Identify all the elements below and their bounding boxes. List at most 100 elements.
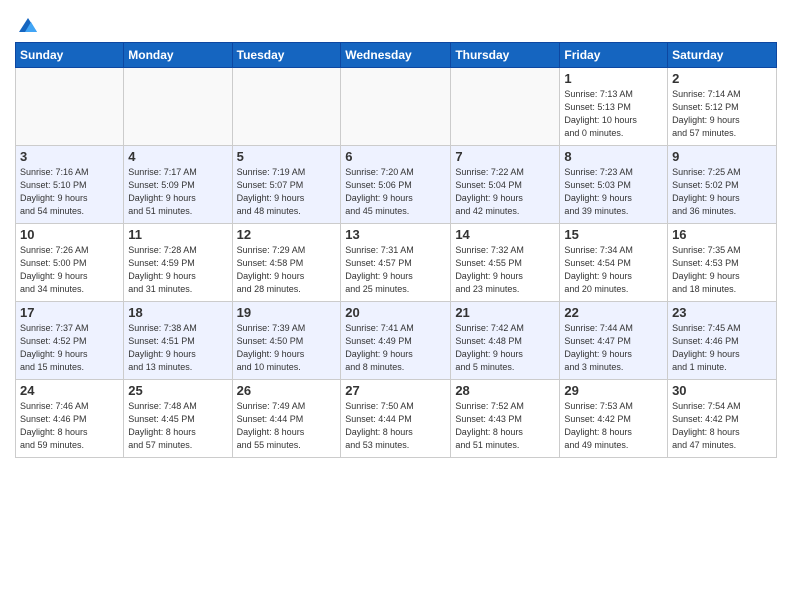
day-info: Sunrise: 7:17 AM Sunset: 5:09 PM Dayligh… xyxy=(128,166,227,218)
calendar-cell: 12 Sunrise: 7:29 AM Sunset: 4:58 PM Dayli… xyxy=(232,224,341,302)
day-info: Sunrise: 7:39 AM Sunset: 4:50 PM Dayligh… xyxy=(237,322,337,374)
day-number: 1 xyxy=(564,71,663,86)
calendar-cell: 7 Sunrise: 7:22 AM Sunset: 5:04 PM Daylig… xyxy=(451,146,560,224)
calendar-cell: 25 Sunrise: 7:48 AM Sunset: 4:45 PM Dayli… xyxy=(124,380,232,458)
logo-icon xyxy=(17,14,39,36)
calendar-cell: 9 Sunrise: 7:25 AM Sunset: 5:02 PM Daylig… xyxy=(668,146,777,224)
calendar-cell: 2 Sunrise: 7:14 AM Sunset: 5:12 PM Daylig… xyxy=(668,68,777,146)
calendar-cell: 21 Sunrise: 7:42 AM Sunset: 4:48 PM Dayli… xyxy=(451,302,560,380)
day-info: Sunrise: 7:23 AM Sunset: 5:03 PM Dayligh… xyxy=(564,166,663,218)
day-number: 22 xyxy=(564,305,663,320)
weekday-header-wednesday: Wednesday xyxy=(341,43,451,68)
calendar-cell xyxy=(341,68,451,146)
day-info: Sunrise: 7:19 AM Sunset: 5:07 PM Dayligh… xyxy=(237,166,337,218)
logo xyxy=(15,14,39,36)
calendar-week-1: 1 Sunrise: 7:13 AM Sunset: 5:13 PM Daylig… xyxy=(16,68,777,146)
calendar-cell: 17Sunrise: 7:37 AM Sunset: 4:52 PM Dayli… xyxy=(16,302,124,380)
day-info: Sunrise: 7:32 AM Sunset: 4:55 PM Dayligh… xyxy=(455,244,555,296)
calendar-cell: 26Sunrise: 7:49 AM Sunset: 4:44 PM Dayli… xyxy=(232,380,341,458)
day-number: 16 xyxy=(672,227,772,242)
calendar-week-4: 17Sunrise: 7:37 AM Sunset: 4:52 PM Dayli… xyxy=(16,302,777,380)
calendar-cell: 15Sunrise: 7:34 AM Sunset: 4:54 PM Dayli… xyxy=(560,224,668,302)
calendar-cell: 19 Sunrise: 7:39 AM Sunset: 4:50 PM Dayli… xyxy=(232,302,341,380)
day-info: Sunrise: 7:31 AM Sunset: 4:57 PM Dayligh… xyxy=(345,244,446,296)
calendar-cell: 8 Sunrise: 7:23 AM Sunset: 5:03 PM Daylig… xyxy=(560,146,668,224)
calendar-cell: 14 Sunrise: 7:32 AM Sunset: 4:55 PM Dayli… xyxy=(451,224,560,302)
calendar-cell xyxy=(124,68,232,146)
calendar-cell: 4 Sunrise: 7:17 AM Sunset: 5:09 PM Daylig… xyxy=(124,146,232,224)
day-number: 10 xyxy=(20,227,119,242)
day-number: 7 xyxy=(455,149,555,164)
page: SundayMondayTuesdayWednesdayThursdayFrid… xyxy=(0,0,792,612)
calendar-cell: 28Sunrise: 7:52 AM Sunset: 4:43 PM Dayli… xyxy=(451,380,560,458)
day-number: 23 xyxy=(672,305,772,320)
calendar-cell: 11 Sunrise: 7:28 AM Sunset: 4:59 PM Dayli… xyxy=(124,224,232,302)
weekday-header-tuesday: Tuesday xyxy=(232,43,341,68)
weekday-header-monday: Monday xyxy=(124,43,232,68)
day-info: Sunrise: 7:41 AM Sunset: 4:49 PM Dayligh… xyxy=(345,322,446,374)
day-info: Sunrise: 7:37 AM Sunset: 4:52 PM Dayligh… xyxy=(20,322,119,374)
day-info: Sunrise: 7:14 AM Sunset: 5:12 PM Dayligh… xyxy=(672,88,772,140)
day-number: 21 xyxy=(455,305,555,320)
calendar-header-row: SundayMondayTuesdayWednesdayThursdayFrid… xyxy=(16,43,777,68)
day-number: 20 xyxy=(345,305,446,320)
day-info: Sunrise: 7:25 AM Sunset: 5:02 PM Dayligh… xyxy=(672,166,772,218)
day-info: Sunrise: 7:48 AM Sunset: 4:45 PM Dayligh… xyxy=(128,400,227,452)
day-number: 29 xyxy=(564,383,663,398)
day-info: Sunrise: 7:50 AM Sunset: 4:44 PM Dayligh… xyxy=(345,400,446,452)
calendar-cell: 20 Sunrise: 7:41 AM Sunset: 4:49 PM Dayli… xyxy=(341,302,451,380)
calendar-cell: 13Sunrise: 7:31 AM Sunset: 4:57 PM Dayli… xyxy=(341,224,451,302)
day-info: Sunrise: 7:26 AM Sunset: 5:00 PM Dayligh… xyxy=(20,244,119,296)
calendar-cell: 5 Sunrise: 7:19 AM Sunset: 5:07 PM Daylig… xyxy=(232,146,341,224)
day-info: Sunrise: 7:29 AM Sunset: 4:58 PM Dayligh… xyxy=(237,244,337,296)
weekday-header-friday: Friday xyxy=(560,43,668,68)
day-number: 3 xyxy=(20,149,119,164)
day-info: Sunrise: 7:13 AM Sunset: 5:13 PM Dayligh… xyxy=(564,88,663,140)
day-info: Sunrise: 7:28 AM Sunset: 4:59 PM Dayligh… xyxy=(128,244,227,296)
calendar-cell: 23 Sunrise: 7:45 AM Sunset: 4:46 PM Dayli… xyxy=(668,302,777,380)
day-info: Sunrise: 7:20 AM Sunset: 5:06 PM Dayligh… xyxy=(345,166,446,218)
calendar-cell xyxy=(16,68,124,146)
day-info: Sunrise: 7:44 AM Sunset: 4:47 PM Dayligh… xyxy=(564,322,663,374)
calendar-cell: 6 Sunrise: 7:20 AM Sunset: 5:06 PM Daylig… xyxy=(341,146,451,224)
calendar-cell: 10 Sunrise: 7:26 AM Sunset: 5:00 PM Dayli… xyxy=(16,224,124,302)
calendar-cell: 24 Sunrise: 7:46 AM Sunset: 4:46 PM Dayli… xyxy=(16,380,124,458)
calendar-cell: 18 Sunrise: 7:38 AM Sunset: 4:51 PM Dayli… xyxy=(124,302,232,380)
calendar-table: SundayMondayTuesdayWednesdayThursdayFrid… xyxy=(15,42,777,458)
header xyxy=(15,10,777,36)
day-number: 11 xyxy=(128,227,227,242)
day-info: Sunrise: 7:42 AM Sunset: 4:48 PM Dayligh… xyxy=(455,322,555,374)
day-number: 24 xyxy=(20,383,119,398)
day-info: Sunrise: 7:16 AM Sunset: 5:10 PM Dayligh… xyxy=(20,166,119,218)
day-number: 6 xyxy=(345,149,446,164)
day-number: 14 xyxy=(455,227,555,242)
calendar-cell xyxy=(232,68,341,146)
day-number: 18 xyxy=(128,305,227,320)
calendar-cell: 16Sunrise: 7:35 AM Sunset: 4:53 PM Dayli… xyxy=(668,224,777,302)
calendar-cell: 27Sunrise: 7:50 AM Sunset: 4:44 PM Dayli… xyxy=(341,380,451,458)
day-number: 28 xyxy=(455,383,555,398)
day-number: 30 xyxy=(672,383,772,398)
calendar-cell: 29 Sunrise: 7:53 AM Sunset: 4:42 PM Dayli… xyxy=(560,380,668,458)
calendar-week-2: 3 Sunrise: 7:16 AM Sunset: 5:10 PM Daylig… xyxy=(16,146,777,224)
day-number: 19 xyxy=(237,305,337,320)
day-number: 25 xyxy=(128,383,227,398)
day-info: Sunrise: 7:38 AM Sunset: 4:51 PM Dayligh… xyxy=(128,322,227,374)
day-number: 9 xyxy=(672,149,772,164)
day-info: Sunrise: 7:46 AM Sunset: 4:46 PM Dayligh… xyxy=(20,400,119,452)
day-info: Sunrise: 7:54 AM Sunset: 4:42 PM Dayligh… xyxy=(672,400,772,452)
weekday-header-thursday: Thursday xyxy=(451,43,560,68)
day-info: Sunrise: 7:45 AM Sunset: 4:46 PM Dayligh… xyxy=(672,322,772,374)
weekday-header-saturday: Saturday xyxy=(668,43,777,68)
calendar-cell: 1 Sunrise: 7:13 AM Sunset: 5:13 PM Daylig… xyxy=(560,68,668,146)
day-number: 26 xyxy=(237,383,337,398)
day-number: 2 xyxy=(672,71,772,86)
day-info: Sunrise: 7:34 AM Sunset: 4:54 PM Dayligh… xyxy=(564,244,663,296)
day-number: 4 xyxy=(128,149,227,164)
day-number: 12 xyxy=(237,227,337,242)
day-info: Sunrise: 7:22 AM Sunset: 5:04 PM Dayligh… xyxy=(455,166,555,218)
day-number: 5 xyxy=(237,149,337,164)
calendar-cell: 3 Sunrise: 7:16 AM Sunset: 5:10 PM Daylig… xyxy=(16,146,124,224)
day-number: 8 xyxy=(564,149,663,164)
day-info: Sunrise: 7:53 AM Sunset: 4:42 PM Dayligh… xyxy=(564,400,663,452)
